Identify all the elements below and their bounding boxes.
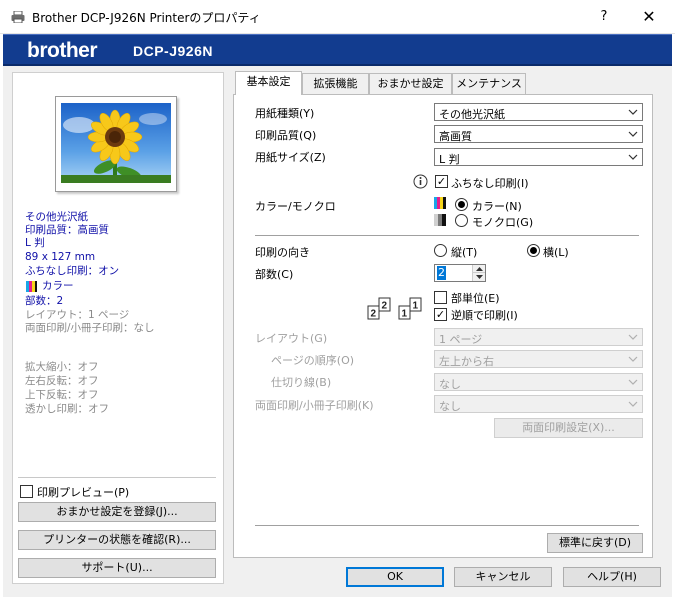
svg-text:1: 1 — [402, 309, 408, 320]
print-preview-label[interactable]: 印刷プレビュー(P) — [37, 484, 129, 500]
duplex-settings-button[interactable]: 両面印刷設定(X)... — [494, 418, 643, 438]
collate-checkbox[interactable] — [434, 291, 447, 304]
summary-mirror: 左右反転：オフ — [25, 375, 99, 387]
paper-size-label: 用紙サイズ(Z) — [255, 151, 326, 164]
help-footer-button[interactable]: ヘルプ(H) — [563, 567, 661, 587]
support-button[interactable]: サポート(U)... — [18, 558, 216, 578]
help-button[interactable]: ? — [590, 4, 618, 30]
portrait-label[interactable]: 縦(T) — [451, 244, 477, 260]
printer-icon — [11, 11, 25, 23]
divider — [255, 235, 639, 236]
border-line-select[interactable]: なし — [434, 373, 643, 391]
landscape-radio[interactable] — [527, 244, 540, 257]
paper-size-value: L 判 — [439, 153, 460, 166]
quality-value: 高画質 — [439, 130, 472, 143]
chevron-down-icon — [628, 109, 638, 115]
collate-pages-icon: 2 2 1 1 — [367, 297, 422, 320]
summary-paper-size: L 判 — [25, 237, 45, 249]
layout-label: レイアウト(G) — [255, 332, 328, 345]
summary-borderless: ふちなし印刷：オン — [25, 265, 120, 277]
quality-select[interactable]: 高画質 — [434, 125, 643, 143]
duplex-select[interactable]: なし — [434, 395, 643, 413]
monochrome-icon — [434, 214, 446, 226]
cancel-button[interactable]: キャンセル — [454, 567, 552, 587]
tab-maintenance[interactable]: メンテナンス — [452, 73, 526, 94]
model-name: DCP-J926N — [133, 43, 213, 59]
summary-layout: レイアウト：1 ページ — [25, 309, 130, 321]
collate-label[interactable]: 部単位(E) — [451, 290, 500, 306]
landscape-label[interactable]: 横(L) — [543, 244, 569, 260]
restore-defaults-button[interactable]: 標準に戻す(D) — [547, 533, 643, 553]
reverse-order-checkbox[interactable]: ✓ — [434, 308, 447, 321]
svg-text:1: 1 — [413, 301, 419, 312]
ok-button[interactable]: OK — [346, 567, 444, 587]
chevron-down-icon — [628, 154, 638, 160]
summary-copies: 部数：2 — [25, 295, 64, 307]
media-type-value: その他光沢紙 — [439, 108, 505, 121]
color-icon — [434, 197, 446, 209]
duplex-value: なし — [439, 400, 461, 413]
title-bar: Brother DCP-J926N Printerのプロパティ ? ✕ — [0, 0, 675, 34]
reverse-order-label[interactable]: 逆順で印刷(I) — [451, 307, 518, 323]
duplex-label: 両面印刷/小冊子印刷(K) — [255, 399, 374, 412]
summary-color: カラー — [42, 280, 74, 292]
copies-spinner[interactable]: 2 — [434, 264, 486, 282]
copies-down-button[interactable] — [472, 273, 485, 281]
brother-logo: brother — [27, 39, 98, 62]
info-icon[interactable] — [413, 174, 428, 189]
media-type-label: 用紙種類(Y) — [255, 107, 315, 120]
tab-advanced[interactable]: 拡張機能 — [302, 73, 369, 94]
border-line-label: 仕切り線(B) — [271, 376, 332, 389]
summary-watermark: 透かし印刷：オフ — [25, 403, 109, 415]
print-preview-checkbox[interactable] — [20, 485, 33, 498]
chevron-down-icon — [628, 334, 638, 340]
tab-presets[interactable]: おまかせ設定 — [369, 73, 452, 94]
arrow-down-icon — [476, 275, 483, 279]
summary-media-type: その他光沢紙 — [25, 211, 88, 223]
layout-value: 1 ページ — [439, 333, 483, 346]
svg-text:2: 2 — [382, 301, 388, 312]
close-button[interactable]: ✕ — [632, 4, 666, 30]
color-radio[interactable] — [455, 198, 468, 211]
layout-select[interactable]: 1 ページ — [434, 328, 643, 346]
color-mode-label: カラー/モノクロ — [255, 200, 336, 213]
mono-option-label[interactable]: モノクロ(G) — [472, 214, 533, 230]
summary-dimensions: 89 x 127 mm — [25, 251, 96, 263]
page-order-select[interactable]: 左上から右 — [434, 350, 643, 368]
register-preset-button[interactable]: おまかせ設定を登録(J)... — [18, 502, 216, 522]
quality-label: 印刷品質(Q) — [255, 129, 317, 142]
copies-label: 部数(C) — [255, 268, 294, 281]
borderless-checkbox[interactable]: ✓ — [435, 175, 448, 188]
chevron-down-icon — [628, 401, 638, 407]
portrait-radio[interactable] — [434, 244, 447, 257]
mono-radio[interactable] — [455, 214, 468, 227]
sunflower-preview-image — [61, 103, 171, 183]
border-line-value: なし — [439, 378, 461, 391]
color-mode-icon — [26, 281, 37, 292]
arrow-up-icon — [476, 267, 483, 271]
tab-basic[interactable]: 基本設定 — [235, 71, 302, 95]
summary-scaling: 拡大縮小：オフ — [25, 361, 99, 373]
orientation-label: 印刷の向き — [255, 246, 310, 259]
paper-size-select[interactable]: L 判 — [434, 148, 643, 166]
chevron-down-icon — [628, 131, 638, 137]
color-option-label[interactable]: カラー(N) — [472, 198, 522, 214]
summary-flip: 上下反転：オフ — [25, 389, 99, 401]
summary-duplex: 両面印刷/小冊子印刷：なし — [25, 322, 155, 334]
media-type-select[interactable]: その他光沢紙 — [434, 103, 643, 121]
chevron-down-icon — [628, 356, 638, 362]
page-order-label: ページの順序(O) — [271, 354, 355, 367]
window-title: Brother DCP-J926N Printerのプロパティ — [32, 11, 261, 25]
printer-status-button[interactable]: プリンターの状態を確認(R)... — [18, 530, 216, 550]
divider — [18, 477, 216, 478]
brand-banner: brother DCP-J926N — [3, 34, 672, 66]
copies-up-button[interactable] — [472, 265, 485, 273]
divider — [255, 525, 639, 526]
page-order-value: 左上から右 — [439, 355, 494, 368]
summary-quality: 印刷品質：高画質 — [25, 224, 109, 236]
svg-text:2: 2 — [371, 309, 377, 320]
copies-value[interactable]: 2 — [437, 266, 446, 280]
borderless-label[interactable]: ふちなし印刷(I) — [451, 175, 529, 191]
chevron-down-icon — [628, 379, 638, 385]
